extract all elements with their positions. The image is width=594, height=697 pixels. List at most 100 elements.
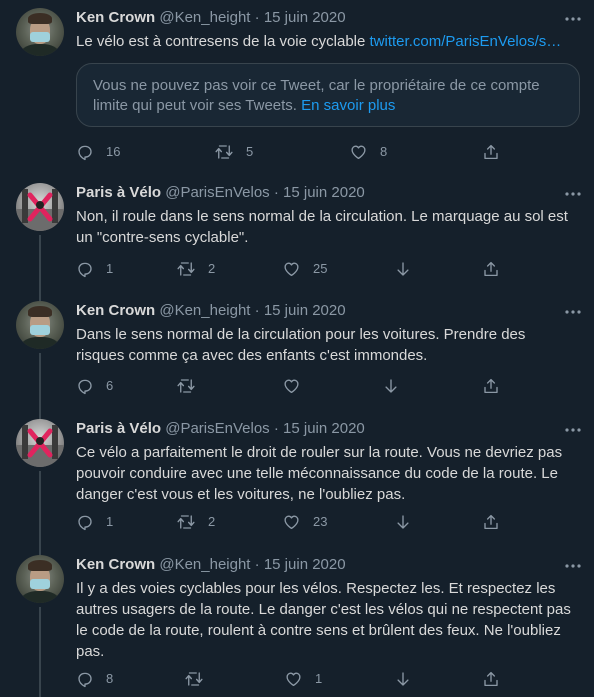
reply-button[interactable]: 6 xyxy=(76,376,113,396)
separator: · xyxy=(273,420,279,437)
like-button[interactable]: 8 xyxy=(349,142,387,162)
author-handle[interactable]: @ParisEnVelos xyxy=(165,420,269,437)
retweet-icon xyxy=(177,379,195,393)
share-button[interactable] xyxy=(482,142,512,162)
downvote-button[interactable] xyxy=(394,669,424,689)
reply-icon xyxy=(78,379,92,395)
share-icon xyxy=(484,261,498,277)
tweet-header: Paris à Vélo @ParisEnVelos · 15 juin 202… xyxy=(76,183,365,203)
heart-icon xyxy=(284,515,299,530)
like-button[interactable]: 25 xyxy=(282,259,327,279)
more-options-icon[interactable] xyxy=(563,184,583,204)
retweet-button[interactable]: 5 xyxy=(214,142,253,162)
reply-icon xyxy=(78,672,92,688)
heart-icon xyxy=(286,672,301,687)
like-count: 23 xyxy=(313,514,328,529)
avatar[interactable] xyxy=(16,8,64,56)
share-button[interactable] xyxy=(482,669,512,689)
reply-button[interactable]: 1 xyxy=(76,259,113,279)
more-options-icon[interactable] xyxy=(563,302,583,322)
tweet-actions: 8 1 xyxy=(76,669,506,689)
tweet-actions: 1 2 25 xyxy=(76,259,506,279)
reply-button[interactable]: 16 xyxy=(76,142,120,162)
tweet-body: Le vélo est à contresens de la voie cycl… xyxy=(76,33,370,50)
retweet-icon xyxy=(215,145,233,159)
heart-icon xyxy=(284,379,299,394)
author-handle[interactable]: @Ken_height xyxy=(159,9,250,26)
share-icon xyxy=(484,671,498,687)
tweet-date[interactable]: 15 juin 2020 xyxy=(264,9,346,26)
share-button[interactable] xyxy=(482,512,512,532)
tweet-link[interactable]: twitter.com/ParisEnVelos/s… xyxy=(370,33,562,50)
tweet-actions: 1 2 23 xyxy=(76,512,506,532)
tweet[interactable]: Ken Crown @Ken_height · 15 juin 2020 Dan… xyxy=(0,293,594,411)
avatar[interactable] xyxy=(16,555,64,603)
downvote-button[interactable] xyxy=(394,259,424,279)
tweet[interactable]: Ken Crown @Ken_height · 15 juin 2020 Le … xyxy=(0,0,594,175)
author-handle[interactable]: @ParisEnVelos xyxy=(165,184,269,201)
retweet-icon xyxy=(177,515,195,529)
tweet-date[interactable]: 15 juin 2020 xyxy=(283,420,365,437)
share-icon xyxy=(484,378,498,394)
tweet-text: Non, il roule dans le sens normal de la … xyxy=(76,208,568,246)
tweet[interactable]: Paris à Vélo @ParisEnVelos · 15 juin 202… xyxy=(0,175,594,293)
like-button[interactable]: 1 xyxy=(284,669,322,689)
retweet-button[interactable]: 2 xyxy=(176,259,215,279)
heart-icon xyxy=(284,262,299,277)
tweet[interactable]: Ken Crown @Ken_height · 15 juin 2020 Il … xyxy=(0,547,594,697)
reply-count: 16 xyxy=(106,144,121,159)
more-options-icon[interactable] xyxy=(563,9,583,29)
separator: · xyxy=(254,556,260,573)
reply-icon xyxy=(78,515,92,531)
downvote-button[interactable] xyxy=(394,512,424,532)
separator: · xyxy=(254,302,260,319)
author-name[interactable]: Ken Crown xyxy=(76,9,155,26)
author-handle[interactable]: @Ken_height xyxy=(159,556,250,573)
learn-more-link[interactable]: En savoir plus xyxy=(301,97,395,114)
share-icon xyxy=(484,144,498,160)
reply-count: 6 xyxy=(106,378,114,393)
tweet-text: Il y a des voies cyclables pour les vélo… xyxy=(76,580,571,660)
more-options-icon[interactable] xyxy=(563,420,583,440)
share-button[interactable] xyxy=(482,259,512,279)
reply-count: 1 xyxy=(106,514,114,529)
retweet-button[interactable]: 2 xyxy=(176,512,215,532)
share-icon xyxy=(484,514,498,530)
tweet-text: Ce vélo a parfaitement le droit de roule… xyxy=(76,444,563,503)
reply-button[interactable]: 1 xyxy=(76,512,113,532)
share-button[interactable] xyxy=(482,376,512,396)
tweet-date[interactable]: 15 juin 2020 xyxy=(264,302,346,319)
tweet-date[interactable]: 15 juin 2020 xyxy=(264,556,346,573)
tweet[interactable]: Paris à Vélo @ParisEnVelos · 15 juin 202… xyxy=(0,411,594,547)
reply-count: 1 xyxy=(106,261,114,276)
downvote-button[interactable] xyxy=(382,376,412,396)
avatar[interactable] xyxy=(16,183,64,231)
author-name[interactable]: Ken Crown xyxy=(76,302,155,319)
author-name[interactable]: Ken Crown xyxy=(76,556,155,573)
reply-icon xyxy=(78,145,92,161)
retweet-count: 5 xyxy=(246,144,254,159)
like-button[interactable]: 23 xyxy=(282,512,327,532)
tweet-text: Dans le sens normal de la circulation po… xyxy=(76,326,526,364)
tweet-header: Paris à Vélo @ParisEnVelos · 15 juin 202… xyxy=(76,419,365,439)
retweet-icon xyxy=(177,262,195,276)
like-count: 25 xyxy=(313,261,328,276)
reply-button[interactable]: 8 xyxy=(76,669,113,689)
more-options-icon[interactable] xyxy=(563,556,583,576)
retweet-button[interactable] xyxy=(184,669,216,689)
tweet-date[interactable]: 15 juin 2020 xyxy=(283,184,365,201)
author-handle[interactable]: @Ken_height xyxy=(159,302,250,319)
downvote-icon xyxy=(397,515,409,529)
like-button[interactable] xyxy=(282,376,313,396)
avatar[interactable] xyxy=(16,301,64,349)
tweet-text: Le vélo est à contresens de la voie cycl… xyxy=(76,31,576,52)
separator: · xyxy=(254,9,260,26)
tweet-actions: 16 5 8 xyxy=(76,142,506,162)
author-name[interactable]: Paris à Vélo xyxy=(76,184,161,201)
like-count: 1 xyxy=(315,671,323,686)
avatar[interactable] xyxy=(16,419,64,467)
heart-icon xyxy=(351,145,366,160)
retweet-count: 2 xyxy=(208,261,216,276)
author-name[interactable]: Paris à Vélo xyxy=(76,420,161,437)
retweet-button[interactable] xyxy=(176,376,208,396)
